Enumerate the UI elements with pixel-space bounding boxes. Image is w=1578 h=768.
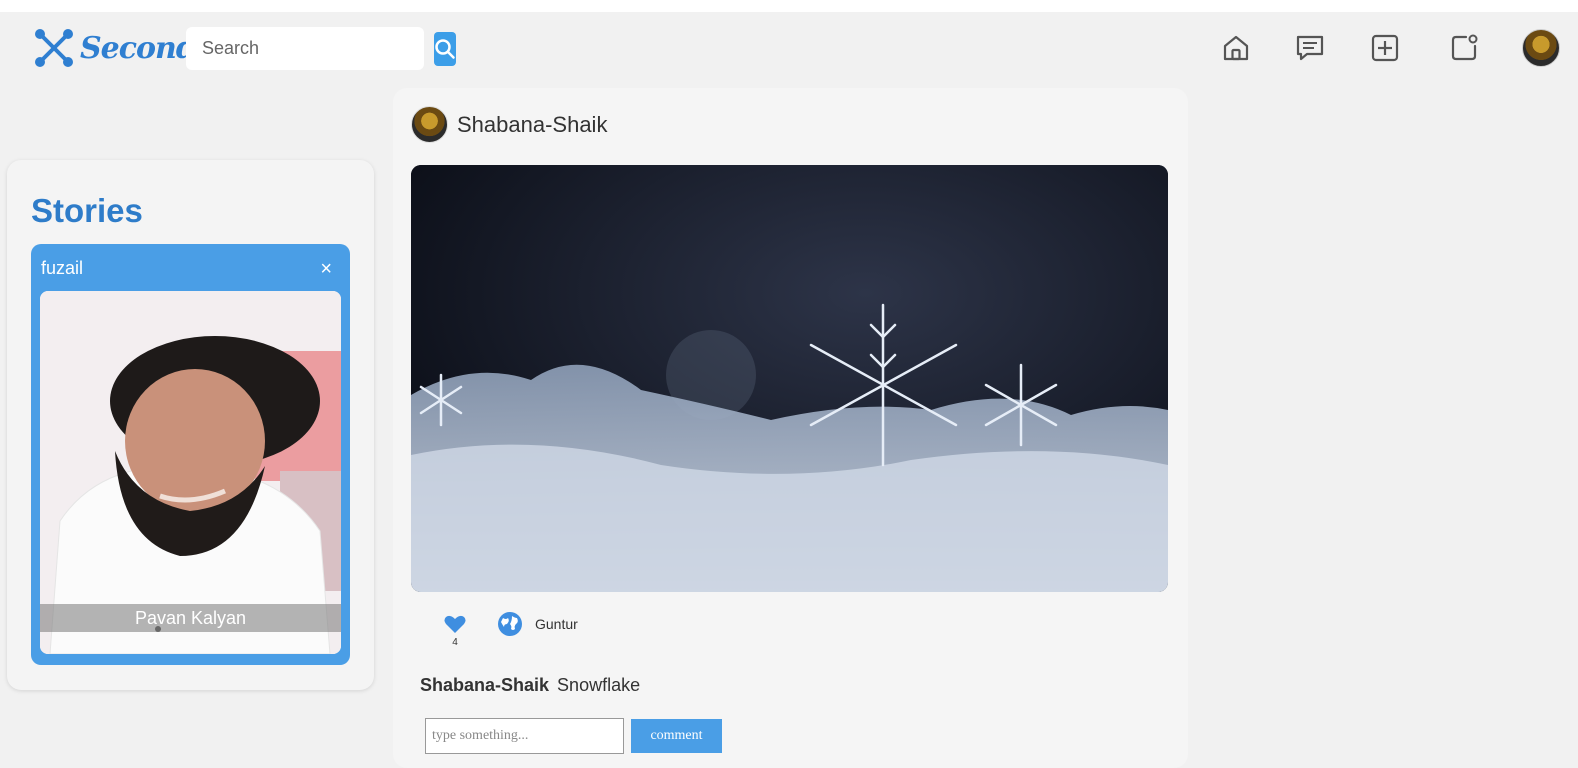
nav-notifications[interactable]: [1446, 30, 1482, 66]
story-caption: Pavan Kalyan: [40, 604, 341, 632]
stories-panel: Stories fuzail × Pavan Kalyan: [7, 160, 374, 690]
globe-icon: [498, 612, 522, 636]
story-person-image: [40, 291, 341, 654]
post-author-avatar[interactable]: [411, 106, 448, 143]
post-card: Shabana-Shaik 4 Guntur Shabana-Shaik Sno…: [393, 88, 1188, 768]
nav-home[interactable]: [1218, 30, 1254, 66]
search-button[interactable]: [434, 31, 456, 66]
post-location: Guntur: [497, 611, 578, 637]
post-image: [411, 165, 1168, 592]
snowflake-image: [411, 165, 1168, 592]
stories-title: Stories: [31, 192, 143, 229]
like-button[interactable]: 4: [443, 613, 467, 648]
post-author[interactable]: Shabana-Shaik: [457, 112, 607, 138]
location-text: Guntur: [535, 616, 578, 632]
search-bar: [186, 27, 456, 70]
top-strip: [0, 0, 1578, 12]
like-count: 4: [452, 637, 458, 648]
search-input[interactable]: [186, 27, 434, 70]
message-icon: [1296, 35, 1324, 61]
search-icon: [435, 38, 455, 59]
comment-button[interactable]: comment: [631, 719, 722, 753]
logo-icon: [35, 29, 73, 67]
post-caption: Shabana-Shaik Snowflake: [420, 675, 640, 696]
story-username: fuzail: [41, 258, 84, 278]
home-icon: [1223, 35, 1249, 61]
caption-text: Snowflake: [557, 675, 641, 695]
nav-messages[interactable]: [1292, 30, 1328, 66]
add-post-icon: [1371, 34, 1399, 62]
caption-author[interactable]: Shabana-Shaik: [420, 675, 549, 695]
heart-icon: [444, 615, 466, 633]
user-avatar[interactable]: [1522, 29, 1560, 67]
story-card[interactable]: fuzail × Pavan Kalyan: [31, 244, 350, 665]
comment-input[interactable]: [425, 718, 624, 754]
close-icon[interactable]: ×: [320, 258, 332, 281]
notification-icon: [1451, 34, 1478, 61]
nav-create[interactable]: [1367, 30, 1403, 66]
story-image: Pavan Kalyan: [40, 291, 341, 654]
